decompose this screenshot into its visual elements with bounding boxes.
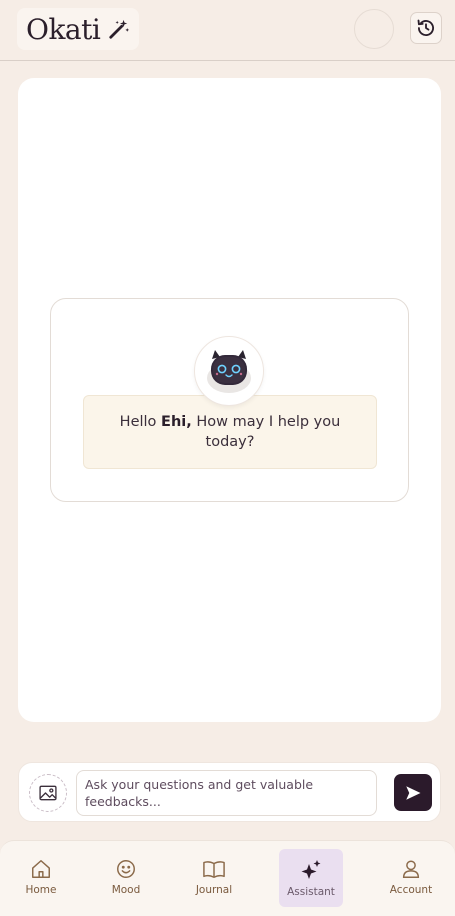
user-avatar[interactable]	[354, 9, 394, 49]
nav-journal-label: Journal	[195, 884, 233, 896]
cat-robot-avatar	[207, 350, 251, 393]
greeting-suffix: How may I help you today?	[191, 414, 341, 450]
welcome-card: Hello Ehi, How may I help you today?	[50, 298, 409, 502]
greeting-message: Hello Ehi, How may I help you today?	[83, 395, 377, 469]
nav-mood-label: Mood	[111, 884, 141, 896]
smiley-icon	[117, 860, 135, 878]
attach-image-button[interactable]	[29, 774, 67, 812]
user-icon	[402, 860, 420, 878]
user-name: Ehi,	[161, 414, 192, 430]
nav-journal[interactable]: Journal	[182, 849, 246, 907]
book-icon	[203, 861, 225, 878]
send-button[interactable]	[394, 774, 432, 811]
greeting-prefix: Hello	[119, 414, 162, 430]
history-button[interactable]	[410, 12, 442, 44]
app-screen: Okati Hello Ehi, How may I help you toda…	[0, 0, 455, 916]
message-composer	[18, 762, 441, 822]
greeting-text: Hello Ehi, How may I help you today?	[108, 412, 352, 452]
nav-assistant-label: Assistant	[287, 886, 335, 898]
send-icon	[406, 785, 421, 800]
image-icon	[39, 785, 57, 801]
nav-account-label: Account	[389, 884, 433, 896]
magic-wand-icon	[109, 19, 130, 39]
home-icon	[32, 860, 50, 878]
sparkles-icon	[301, 860, 321, 879]
nav-account[interactable]: Account	[379, 849, 443, 907]
bottom-navigation: Home Mood Journal Assistant Account	[0, 840, 455, 916]
nav-home[interactable]: Home	[9, 849, 73, 907]
nav-mood[interactable]: Mood	[94, 849, 158, 907]
history-icon	[417, 19, 434, 37]
message-input[interactable]	[76, 770, 377, 816]
nav-assistant[interactable]: Assistant	[279, 849, 343, 907]
top-header: Okati	[0, 0, 455, 61]
app-logo[interactable]: Okati	[17, 8, 139, 50]
bot-avatar	[194, 336, 264, 406]
nav-home-label: Home	[25, 884, 57, 896]
logo-text: Okati	[26, 12, 101, 46]
chat-panel: Hello Ehi, How may I help you today?	[18, 78, 441, 722]
